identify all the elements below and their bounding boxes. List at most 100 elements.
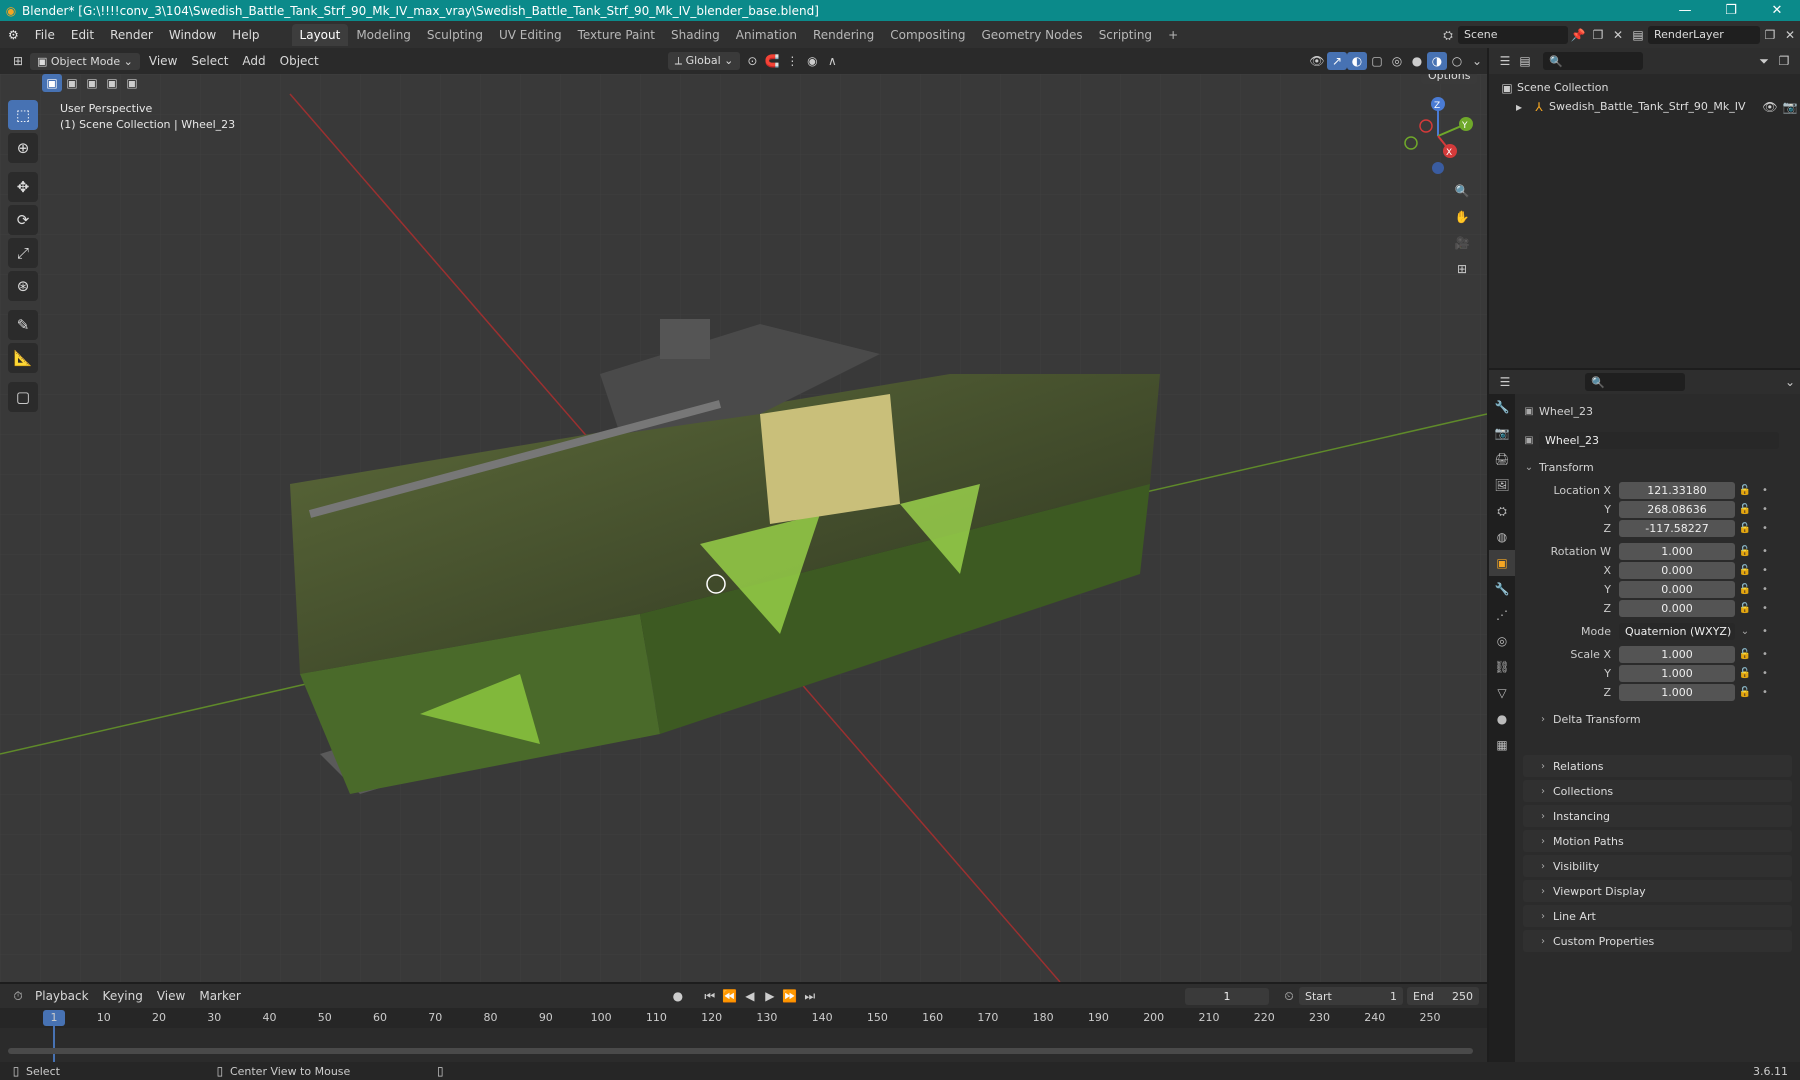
- keyframe-dot-icon[interactable]: •: [1755, 687, 1775, 698]
- proportional-edit-icon[interactable]: ◉: [802, 52, 822, 70]
- timeline-ruler[interactable]: 1 10 20 30 40 50 60 70 80 90 100 110 120 130 140 150 160…: [0, 1008, 1487, 1062]
- scale-z-field[interactable]: 1.000: [1619, 684, 1735, 701]
- data-tab-icon[interactable]: ▽: [1489, 680, 1515, 706]
- menu-help[interactable]: Help: [224, 28, 267, 42]
- 3d-viewport[interactable]: User Perspective (1) Scene Collection | …: [0, 74, 1487, 982]
- current-frame-field[interactable]: 1: [1185, 987, 1269, 1005]
- rotation-mode-select[interactable]: Quaternion (WXYZ): [1619, 623, 1735, 640]
- scale-y-field[interactable]: 1.000: [1619, 665, 1735, 682]
- select-box-tool-icon[interactable]: ⬚: [8, 100, 38, 130]
- keyframe-dot-icon[interactable]: •: [1755, 485, 1775, 496]
- maximize-button[interactable]: ❐: [1708, 3, 1754, 18]
- properties-options-icon[interactable]: ⌄: [1780, 373, 1800, 391]
- keyframe-dot-icon[interactable]: •: [1755, 504, 1775, 515]
- material-tab-icon[interactable]: ●: [1489, 706, 1515, 732]
- select-subtract-icon[interactable]: ▣: [82, 74, 102, 92]
- lock-icon[interactable]: 🔓: [1735, 504, 1755, 515]
- keyframe-dot-icon[interactable]: •: [1755, 626, 1775, 637]
- start-frame-field[interactable]: Start 1: [1299, 987, 1403, 1005]
- record-icon[interactable]: ●: [668, 987, 688, 1005]
- display-mode-icon[interactable]: ▤: [1515, 52, 1535, 70]
- minimize-button[interactable]: —: [1662, 3, 1708, 18]
- menu-file[interactable]: File: [27, 28, 63, 42]
- outliner-editor-icon[interactable]: ☰: [1495, 52, 1515, 70]
- lock-icon[interactable]: 🔓: [1735, 523, 1755, 534]
- transform-orientation-selector[interactable]: ⟂ Global ⌄: [667, 52, 741, 70]
- render-camera-icon[interactable]: 📷: [1780, 98, 1800, 116]
- select-invert-icon[interactable]: ▣: [102, 74, 122, 92]
- blender-menu-icon[interactable]: ⚙: [0, 28, 27, 42]
- gizmo-icon[interactable]: ↗: [1327, 52, 1347, 70]
- menu-playback[interactable]: Playback: [28, 987, 96, 1005]
- menu-object[interactable]: Object: [273, 52, 326, 70]
- keyframe-dot-icon[interactable]: •: [1755, 523, 1775, 534]
- properties-editor-icon[interactable]: ☰: [1495, 373, 1515, 391]
- menu-view[interactable]: View: [142, 52, 184, 70]
- annotate-tool-icon[interactable]: ✎: [8, 310, 38, 340]
- tab-compositing[interactable]: Compositing: [882, 24, 973, 46]
- filter-icon[interactable]: ⏷: [1754, 52, 1774, 70]
- lock-icon[interactable]: 🔓: [1735, 546, 1755, 557]
- play-icon[interactable]: ▶: [760, 987, 780, 1005]
- transform-panel-header[interactable]: ⌄ Transform: [1519, 458, 1795, 477]
- tab-uv-editing[interactable]: UV Editing: [491, 24, 570, 46]
- tree-row-scene-collection[interactable]: ▣ Scene Collection: [1489, 78, 1800, 97]
- tab-modeling[interactable]: Modeling: [348, 24, 419, 46]
- keyframe-dot-icon[interactable]: •: [1755, 603, 1775, 614]
- shading-options-icon[interactable]: ⌄: [1467, 52, 1487, 70]
- new-scene-icon[interactable]: ❐: [1588, 26, 1608, 44]
- rotation-w-field[interactable]: 1.000: [1619, 543, 1735, 560]
- location-z-field[interactable]: -117.58227: [1619, 520, 1735, 537]
- lock-icon[interactable]: 🔓: [1735, 584, 1755, 595]
- panel-line-art[interactable]: › Line Art: [1523, 905, 1792, 927]
- menu-marker[interactable]: Marker: [192, 987, 247, 1005]
- play-reverse-icon[interactable]: ◀: [740, 987, 760, 1005]
- modifier-tab-icon[interactable]: 🔧: [1489, 576, 1515, 602]
- material-shading-icon[interactable]: ◑: [1427, 52, 1447, 70]
- keyframe-dot-icon[interactable]: •: [1755, 584, 1775, 595]
- snap-icon[interactable]: 🧲: [762, 52, 782, 70]
- wireframe-shading-icon[interactable]: ◎: [1387, 52, 1407, 70]
- eye-visibility-icon[interactable]: 👁: [1760, 98, 1780, 116]
- pin-icon[interactable]: 📌: [1568, 26, 1588, 44]
- falloff-icon[interactable]: ∧: [822, 52, 842, 70]
- rotation-z-field[interactable]: 0.000: [1619, 600, 1735, 617]
- add-workspace-button[interactable]: +: [1160, 24, 1186, 46]
- panel-collections[interactable]: › Collections: [1523, 780, 1792, 802]
- tab-sculpting[interactable]: Sculpting: [419, 24, 491, 46]
- menu-window[interactable]: Window: [161, 28, 224, 42]
- panel-motion-paths[interactable]: › Motion Paths: [1523, 830, 1792, 852]
- clock-icon[interactable]: ⏲: [1279, 987, 1299, 1005]
- render-layer-selector[interactable]: RenderLayer: [1648, 25, 1760, 44]
- menu-select[interactable]: Select: [184, 52, 235, 70]
- outliner-search-input[interactable]: 🔍: [1543, 52, 1643, 70]
- scene-selector[interactable]: Scene: [1458, 25, 1568, 44]
- world-tab-icon[interactable]: ◍: [1489, 524, 1515, 550]
- snap-target-icon[interactable]: ⋮: [782, 52, 802, 70]
- keyframe-dot-icon[interactable]: •: [1755, 546, 1775, 557]
- lock-icon[interactable]: 🔓: [1735, 649, 1755, 660]
- menu-add[interactable]: Add: [235, 52, 272, 70]
- tab-layout[interactable]: Layout: [291, 23, 349, 46]
- zoom-icon[interactable]: 🔍: [1452, 182, 1472, 200]
- menu-edit[interactable]: Edit: [63, 28, 102, 42]
- location-y-field[interactable]: 268.08636: [1619, 501, 1735, 518]
- panel-custom-properties[interactable]: › Custom Properties: [1523, 930, 1792, 952]
- tab-geometry-nodes[interactable]: Geometry Nodes: [973, 24, 1090, 46]
- scale-x-field[interactable]: 1.000: [1619, 646, 1735, 663]
- measure-tool-icon[interactable]: 📐: [8, 343, 38, 373]
- object-name-input[interactable]: Wheel_23: [1539, 432, 1779, 449]
- delete-layer-icon[interactable]: ✕: [1780, 26, 1800, 44]
- output-tab-icon[interactable]: 🖨: [1489, 446, 1515, 472]
- physics-tab-icon[interactable]: ◎: [1489, 628, 1515, 654]
- delta-transform-subpanel[interactable]: › Delta Transform: [1519, 710, 1795, 729]
- menu-keying[interactable]: Keying: [96, 987, 150, 1005]
- view-layer-tab-icon[interactable]: 🖼: [1489, 472, 1515, 498]
- tab-rendering[interactable]: Rendering: [805, 24, 882, 46]
- delete-scene-icon[interactable]: ✕: [1608, 26, 1628, 44]
- particles-tab-icon[interactable]: ⋰: [1489, 602, 1515, 628]
- new-collection-icon[interactable]: ❐: [1774, 52, 1794, 70]
- lock-icon[interactable]: 🔓: [1735, 687, 1755, 698]
- tab-scripting[interactable]: Scripting: [1091, 24, 1160, 46]
- lock-icon[interactable]: 🔓: [1735, 603, 1755, 614]
